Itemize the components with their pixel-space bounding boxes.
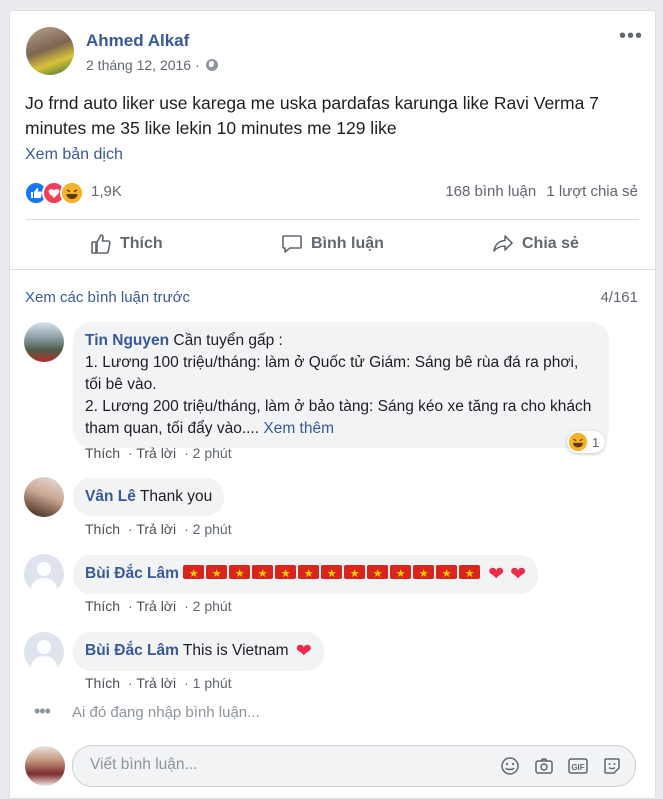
svg-text:GIF: GIF xyxy=(571,763,584,772)
comment-bubble: Vân Lê Thank you xyxy=(73,478,225,516)
commenter-avatar[interactable] xyxy=(24,322,64,362)
haha-reaction-icon xyxy=(569,433,587,451)
comment-reaction-count: 1 xyxy=(592,434,600,450)
post-stats: 168 bình luận 1 lượt chia sẻ xyxy=(439,183,638,200)
commenter-name[interactable]: Bùi Đắc Lâm xyxy=(85,642,179,659)
comment-bubble: Tin Nguyen Cần tuyển gấp : 1. Lương 100 … xyxy=(73,322,609,448)
comment-reactions[interactable]: 1 xyxy=(567,431,606,453)
thumbs-up-icon xyxy=(91,234,111,254)
comments-count[interactable]: 168 bình luận xyxy=(445,183,536,200)
comment-time[interactable]: 2 phút xyxy=(193,445,232,461)
comment-actions: Thích · Trả lời · 2 phút xyxy=(85,598,232,614)
share-label: Chia sẻ xyxy=(522,235,579,252)
more-options-icon[interactable]: ••• xyxy=(619,25,643,48)
comment-bubble: Bùi Đắc Lâm ❤❤ xyxy=(73,555,539,594)
heart-emoji: ❤ xyxy=(295,641,312,662)
shares-count[interactable]: 1 lượt chia sẻ xyxy=(546,183,638,200)
comments-pager: 4/161 xyxy=(600,289,638,306)
comment-bubble: Bùi Đắc Lâm This is Vietnam ❤ xyxy=(73,632,324,671)
share-icon xyxy=(493,235,513,252)
commenter-name[interactable]: Tin Nguyen xyxy=(85,332,169,349)
vietnam-flag-emoji xyxy=(252,563,274,585)
emoji-icon[interactable] xyxy=(499,755,521,777)
current-user-avatar[interactable] xyxy=(25,746,65,786)
reaction-count[interactable]: 1,9K xyxy=(91,183,122,200)
comment-text: Cần tuyển gấp : xyxy=(173,332,283,349)
comment-actions: Thích · Trả lời · 1 phút xyxy=(85,675,232,691)
comment-icon xyxy=(282,235,302,253)
vietnam-flag-emoji xyxy=(459,563,481,585)
typing-indicator: Ai đó đang nhập bình luận... xyxy=(72,704,260,721)
like-label: Thích xyxy=(120,235,163,252)
globe-icon[interactable] xyxy=(205,59,218,71)
post-card: Ahmed Alkaf 2 tháng 12, 2016 · ••• Jo fr… xyxy=(9,10,656,799)
comment-reply-link[interactable]: Trả lời xyxy=(136,521,176,537)
haha-reaction-icon xyxy=(60,181,84,205)
comment-text: Thank you xyxy=(139,488,213,505)
author-name[interactable]: Ahmed Alkaf xyxy=(86,31,189,51)
comment-text: 1. Lương 100 triệu/tháng: làm ở Quốc tử … xyxy=(85,354,579,393)
comment-reply-link[interactable]: Trả lời xyxy=(136,445,176,461)
vietnam-flag-emoji xyxy=(344,563,366,585)
commenter-avatar[interactable] xyxy=(24,632,64,672)
typing-dots-icon: ••• xyxy=(34,701,51,721)
comment-label: Bình luận xyxy=(311,235,384,252)
vietnam-flag-emoji xyxy=(183,563,205,585)
comment-input[interactable] xyxy=(88,755,472,775)
vietnam-flag-emoji xyxy=(229,563,251,585)
vietnam-flag-emoji xyxy=(413,563,435,585)
see-translation-link[interactable]: Xem bản dịch xyxy=(25,146,123,164)
sticker-icon[interactable] xyxy=(601,755,623,777)
vietnam-flag-emoji xyxy=(367,563,389,585)
comment-like-link[interactable]: Thích xyxy=(85,675,120,691)
heart-emoji: ❤ xyxy=(510,564,527,585)
comment-time[interactable]: 2 phút xyxy=(193,598,232,614)
vietnam-flag-emojis: ❤❤ xyxy=(183,563,527,585)
commenter-name[interactable]: Bùi Đắc Lâm xyxy=(85,565,179,582)
comment-reply-link[interactable]: Trả lời xyxy=(136,598,176,614)
post-date[interactable]: 2 tháng 12, 2016 · xyxy=(86,57,200,73)
comment-like-link[interactable]: Thích xyxy=(85,598,120,614)
vietnam-flag-emoji xyxy=(436,563,458,585)
heart-emoji: ❤ xyxy=(488,564,505,585)
commenter-name[interactable]: Vân Lê xyxy=(85,488,136,505)
comment-time[interactable]: 1 phút xyxy=(193,675,232,691)
share-button[interactable]: Chia sẻ xyxy=(492,226,579,262)
vietnam-flag-emoji xyxy=(321,563,343,585)
like-button[interactable]: Thích xyxy=(90,226,163,262)
commenter-avatar[interactable] xyxy=(24,554,64,594)
post-text: Jo frnd auto liker use karega me uska pa… xyxy=(25,93,599,138)
camera-icon[interactable] xyxy=(533,755,555,777)
composer-icons: GIF xyxy=(487,755,623,777)
comment-reply-link[interactable]: Trả lời xyxy=(136,675,176,691)
vietnam-flag-emoji xyxy=(390,563,412,585)
view-previous-comments[interactable]: Xem các bình luận trước xyxy=(25,289,190,306)
comment-like-link[interactable]: Thích xyxy=(85,445,120,461)
comment-button[interactable]: Bình luận xyxy=(281,226,384,262)
comment-like-link[interactable]: Thích xyxy=(85,521,120,537)
post-meta: 2 tháng 12, 2016 · xyxy=(86,57,218,73)
post-actions: Thích Bình luận Chia sẻ xyxy=(10,226,655,262)
see-more-link[interactable]: Xem thêm xyxy=(263,420,334,437)
comment-composer[interactable]: GIF xyxy=(72,745,636,787)
comment-time[interactable]: 2 phút xyxy=(193,521,232,537)
divider xyxy=(26,219,639,220)
comment-actions: Thích · Trả lời · 2 phút xyxy=(85,445,232,461)
vietnam-flag-emoji xyxy=(298,563,320,585)
vietnam-flag-emoji xyxy=(275,563,297,585)
commenter-avatar[interactable] xyxy=(24,477,64,517)
gif-icon[interactable]: GIF xyxy=(567,755,589,777)
author-avatar[interactable] xyxy=(26,27,74,75)
comment-text: 2. Lương 200 triệu/tháng, làm ở bảo tàng… xyxy=(85,398,592,437)
comment-actions: Thích · Trả lời · 2 phút xyxy=(85,521,232,537)
vietnam-flag-emoji xyxy=(206,563,228,585)
comment-text: This is Vietnam xyxy=(182,642,289,659)
